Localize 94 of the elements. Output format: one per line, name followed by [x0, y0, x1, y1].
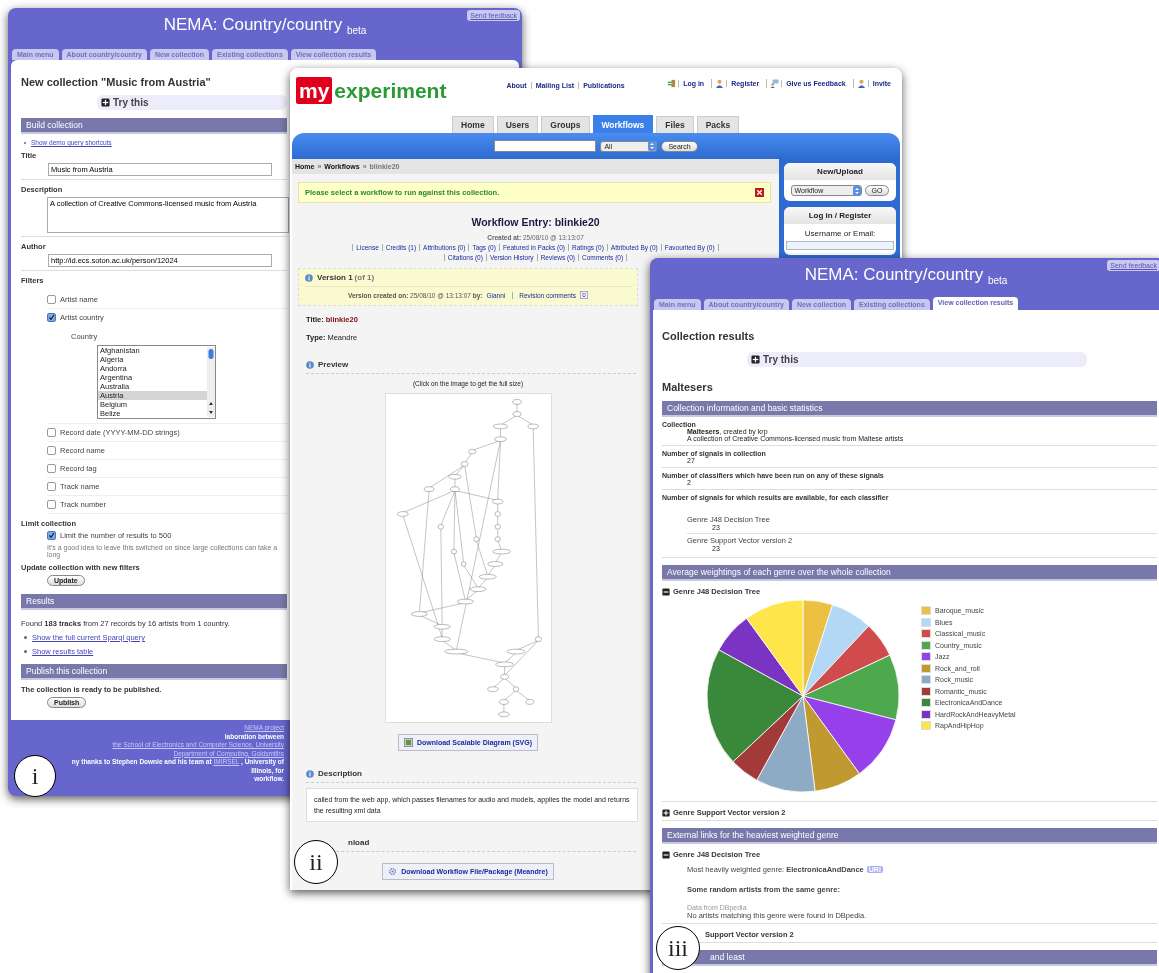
graph-node	[512, 411, 521, 417]
info-icon	[306, 360, 314, 369]
section-header: Average weightings of each genre over the whole collection	[662, 565, 1157, 581]
section-header: External links for the heaviest weighted genre	[662, 828, 1157, 844]
close-icon[interactable]	[755, 188, 764, 197]
graph-node	[499, 674, 509, 680]
graph-node	[410, 611, 428, 617]
graph-node	[494, 536, 501, 542]
checkbox[interactable]	[47, 313, 56, 322]
graph-node	[396, 511, 409, 517]
graph-node	[486, 561, 503, 567]
nav-tab[interactable]: Users	[496, 116, 539, 133]
checkbox[interactable]	[47, 428, 56, 437]
graph-node	[525, 699, 534, 705]
graph-node	[486, 686, 499, 692]
page-heading: Collection results	[662, 330, 756, 342]
checkbox[interactable]	[47, 531, 56, 540]
page-title: NEMA: Country/country $_{beta}$	[163, 15, 367, 37]
info-icon	[305, 273, 313, 282]
nav-tab[interactable]: Files	[656, 116, 694, 133]
graph-node	[433, 636, 451, 642]
person-icon	[856, 79, 866, 88]
graph-node	[433, 624, 451, 630]
graph-node	[423, 486, 434, 492]
graph-node	[460, 561, 466, 567]
scrollbar[interactable]	[207, 346, 215, 418]
nav-tab[interactable]: Home	[452, 116, 494, 133]
graph-node	[472, 536, 479, 542]
graph-node	[527, 423, 539, 430]
page-heading: Workflow Entry: blinkie20	[470, 216, 601, 228]
collection-name: Maltesers	[662, 381, 714, 393]
version-title: Version 1	[317, 273, 353, 282]
section-header: Results	[21, 594, 287, 610]
section-header: Build collection	[21, 118, 287, 134]
graph-node	[469, 586, 486, 592]
graph-node	[449, 486, 460, 492]
minus-icon[interactable]	[662, 587, 670, 596]
graph-node	[498, 699, 509, 705]
graph-node	[447, 474, 461, 480]
search-field[interactable]	[494, 140, 597, 152]
checkbox[interactable]	[47, 295, 56, 304]
try-this-toggle[interactable]: Try this	[747, 352, 1087, 367]
section-heading: Description	[318, 769, 362, 778]
graph-node	[460, 461, 468, 467]
graph-node	[492, 423, 508, 430]
section-heading: Preview	[318, 360, 349, 369]
graph-node	[467, 448, 476, 455]
page-heading: New collection "Music from Austria"	[21, 76, 212, 88]
graph-node	[493, 436, 507, 442]
person-icon	[715, 79, 725, 88]
graph-node	[478, 574, 496, 580]
graph-node	[494, 524, 501, 530]
section-header: Publish this collection	[21, 664, 287, 680]
graph-edge	[515, 690, 530, 701]
graph-node	[511, 399, 522, 405]
nav-tab[interactable]: Packs	[696, 116, 740, 133]
speech-bubble-icon	[770, 79, 780, 88]
plus-icon[interactable]	[662, 808, 670, 817]
graph-node	[494, 661, 514, 667]
graph-node	[494, 511, 501, 517]
checkbox[interactable]	[47, 482, 56, 491]
login-icon	[667, 79, 677, 88]
page-title: NEMA: Country/country $_{beta}$	[804, 265, 1008, 287]
diagram-icon	[403, 738, 413, 747]
minus-icon[interactable]	[662, 850, 670, 859]
try-this-toggle[interactable]: Try this	[97, 95, 287, 110]
section-header: Collection information and basic statistics	[662, 401, 1157, 417]
username-field[interactable]	[786, 241, 894, 250]
version-count: (of 1)	[354, 273, 375, 282]
graph-node	[497, 711, 510, 717]
graph-node	[450, 548, 457, 555]
nav-tab[interactable]: Workflows	[592, 115, 654, 133]
site-logo[interactable]: my experiment	[296, 77, 447, 104]
dropdown-arrows-icon	[852, 185, 861, 196]
panel-heading: New/Upload	[784, 163, 896, 180]
section-heading: nload	[348, 838, 370, 847]
dropdown-arrows-icon	[648, 141, 657, 151]
graph-node	[534, 636, 542, 642]
checkbox[interactable]	[47, 446, 56, 455]
nav-tab[interactable]: Groups	[541, 116, 590, 133]
double-chevron-icon[interactable]	[580, 291, 588, 299]
graph-node	[456, 598, 474, 605]
graph-node	[437, 524, 444, 530]
graph-node	[512, 686, 519, 692]
panel-heading: Log in / Register	[784, 207, 896, 224]
graph-node	[506, 648, 525, 655]
graph-node	[491, 498, 503, 505]
checkbox[interactable]	[47, 500, 56, 509]
checkbox[interactable]	[47, 464, 56, 473]
graph-node	[491, 548, 511, 555]
info-icon	[306, 769, 314, 778]
field-label: Username or Email:	[803, 229, 877, 238]
gear-icon	[388, 867, 398, 876]
graph-node	[443, 648, 468, 655]
